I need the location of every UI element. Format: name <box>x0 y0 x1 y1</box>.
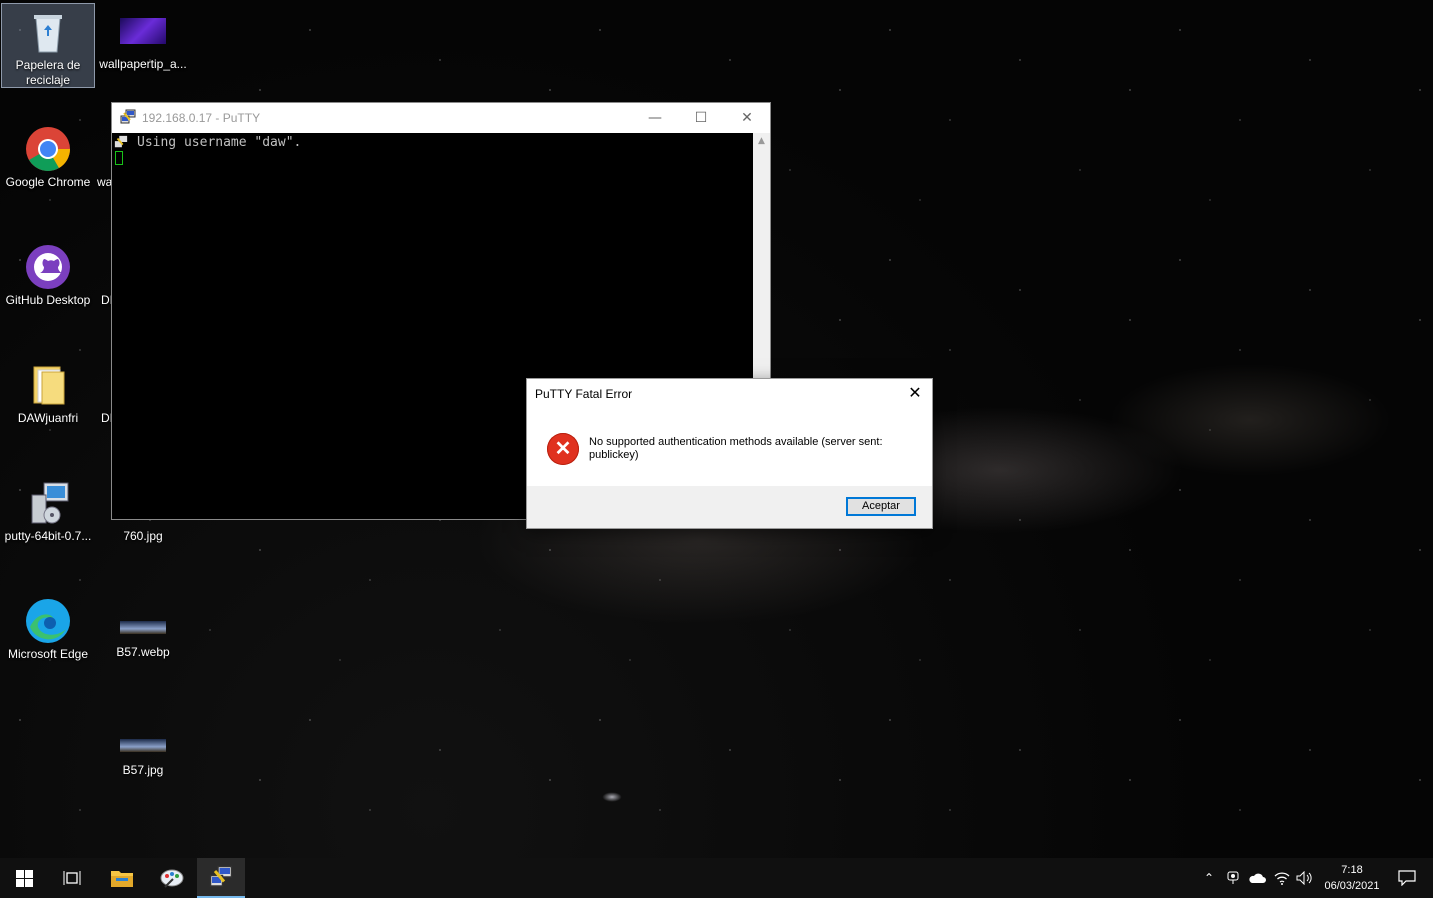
desktop-icon-b57-webp[interactable]: B57.webp <box>97 607 189 660</box>
folder-icon <box>24 361 72 409</box>
ok-button[interactable]: Aceptar <box>846 497 916 516</box>
desktop-icon-dawjuanfri[interactable]: DAWjuanfri <box>2 357 94 426</box>
desktop-icon-label: GitHub Desktop <box>5 293 91 307</box>
desktop-icon-label: putty-64bit-0.7... <box>4 529 92 543</box>
desktop-icon-label: 760.jpg <box>123 529 163 543</box>
minimize-button[interactable]: — <box>632 103 678 133</box>
windows-logo-icon <box>15 869 33 887</box>
recycle-bin-icon <box>24 8 72 56</box>
image-thumbnail-icon <box>119 7 167 55</box>
tray-meet-button[interactable] <box>1222 858 1244 898</box>
taskbar-app[interactable] <box>148 858 196 898</box>
installer-icon <box>24 479 72 527</box>
clock-time: 7:18 <box>1341 864 1363 876</box>
dialog-close-button[interactable]: ✕ <box>904 383 926 405</box>
putty-titlebar[interactable]: 192.168.0.17 - PuTTY — ☐ ✕ <box>112 103 770 133</box>
desktop-icon-label: DAWjuanfri <box>17 411 79 425</box>
tray-network-button[interactable] <box>1271 858 1293 898</box>
desktop-icon-label: Google Chrome <box>5 175 91 189</box>
tray-volume-button[interactable] <box>1294 858 1316 898</box>
show-hidden-icons-button[interactable]: ⌃ <box>1198 858 1220 898</box>
cloud-icon <box>1249 873 1266 883</box>
error-message: No supported authentication methods avai… <box>589 436 883 461</box>
clock-date: 06/03/2021 <box>1324 880 1380 892</box>
action-center-button[interactable] <box>1390 858 1424 898</box>
task-view-button[interactable] <box>48 858 96 898</box>
putty-icon <box>120 109 136 128</box>
webcam-icon <box>1227 871 1239 884</box>
paint-icon <box>160 869 184 888</box>
terminal-output-line: Using username "daw". <box>137 135 302 150</box>
chrome-icon <box>24 125 72 173</box>
dialog-title: PuTTY Fatal Error <box>535 387 633 401</box>
maximize-button[interactable]: ☐ <box>678 103 724 133</box>
chevron-up-icon: ⌃ <box>1203 871 1215 885</box>
image-thumbnail-icon <box>119 611 167 643</box>
wifi-icon <box>1274 872 1290 885</box>
image-thumbnail-icon <box>119 729 167 761</box>
putty-icon <box>209 865 233 887</box>
desktop-icon-label: wallpapertip_a... <box>99 57 187 71</box>
terminal-cursor <box>115 151 123 165</box>
folder-icon <box>111 871 133 887</box>
desktop-icon-label: Microsoft Edge <box>7 647 89 661</box>
scroll-up-arrow-icon[interactable]: ▲ <box>753 133 770 149</box>
github-icon <box>24 243 72 291</box>
desktop-icon-edge[interactable]: Microsoft Edge <box>2 593 94 662</box>
desktop-icon-label: B57.jpg <box>122 763 164 777</box>
dialog-footer: Aceptar <box>527 486 932 528</box>
putty-window-title: 192.168.0.17 - PuTTY <box>142 111 261 125</box>
desktop-icon-760[interactable]: 760.jpg <box>97 529 189 544</box>
desktop-icon-label: Papelera de reciclaje <box>15 58 81 87</box>
start-button[interactable] <box>0 858 48 898</box>
taskbar-clock[interactable]: 7:18 06/03/2021 <box>1319 862 1385 894</box>
desktop-icon-wallpaper[interactable]: wallpapertip_a... <box>97 3 189 72</box>
desktop-icon-github-desktop[interactable]: GitHub Desktop <box>2 239 94 308</box>
desktop-icon-chrome[interactable]: Google Chrome <box>2 121 94 190</box>
task-view-icon <box>63 871 81 885</box>
desktop-icon-putty-installer[interactable]: putty-64bit-0.7... <box>2 475 94 544</box>
desktop-icon-recycle-bin[interactable]: Papelera de reciclaje <box>1 3 95 88</box>
edge-icon <box>24 597 72 645</box>
desktop-icon-label: B57.webp <box>116 645 170 659</box>
close-button[interactable]: ✕ <box>724 103 770 133</box>
desktop-icon-b57-jpg[interactable]: B57.jpg <box>97 725 189 778</box>
taskbar: ⌃ 7:18 06/03/2021 <box>0 858 1433 898</box>
fatal-error-dialog[interactable]: PuTTY Fatal Error ✕ ✕ No supported authe… <box>526 378 933 529</box>
taskbar-file-explorer[interactable] <box>98 858 146 898</box>
notification-icon <box>1398 870 1416 886</box>
speaker-icon <box>1296 871 1312 885</box>
error-icon: ✕ <box>547 433 579 465</box>
tray-onedrive-button[interactable] <box>1245 858 1269 898</box>
taskbar-putty[interactable] <box>197 858 245 898</box>
